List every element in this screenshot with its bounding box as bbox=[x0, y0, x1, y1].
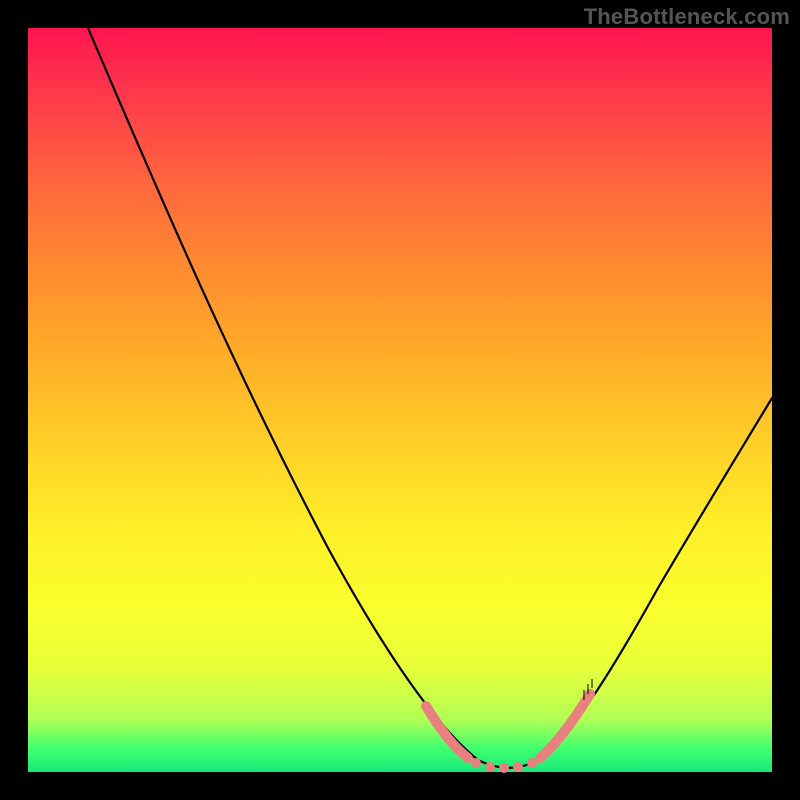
bottleneck-curve bbox=[88, 28, 772, 768]
plot-area bbox=[28, 28, 772, 772]
curve-svg bbox=[28, 28, 772, 772]
chart-frame: TheBottleneck.com bbox=[0, 0, 800, 800]
watermark: TheBottleneck.com bbox=[584, 4, 790, 30]
salmon-left bbox=[426, 706, 468, 758]
salmon-right bbox=[540, 694, 590, 758]
